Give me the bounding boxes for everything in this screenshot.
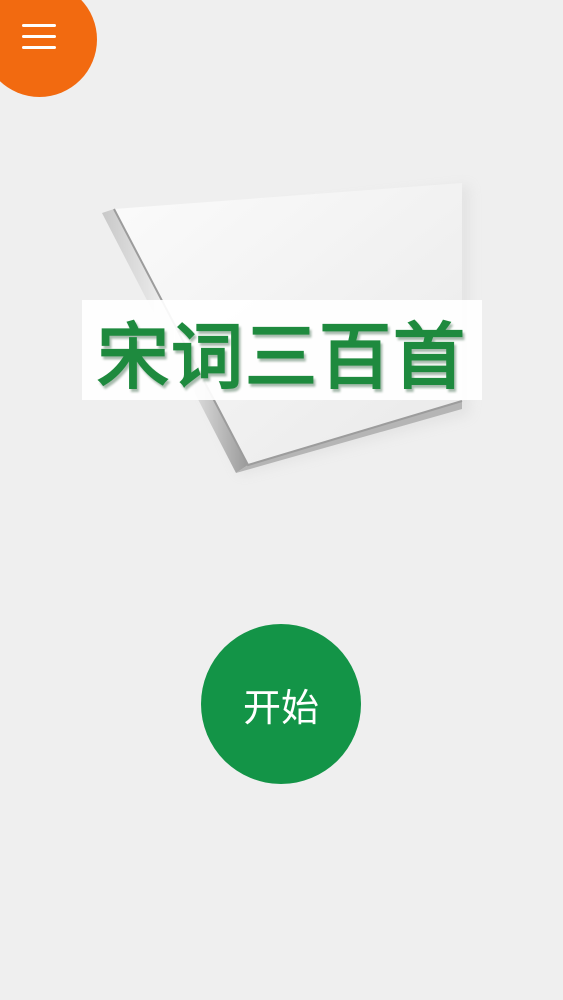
start-button[interactable]: 开始 <box>201 624 361 784</box>
hamburger-menu-icon <box>22 24 56 50</box>
home-screen: 宋词三百首 开始 <box>0 0 563 1000</box>
title-banner: 宋词三百首 <box>82 300 482 400</box>
app-title: 宋词三百首 <box>96 314 467 399</box>
menu-button[interactable] <box>0 0 97 97</box>
